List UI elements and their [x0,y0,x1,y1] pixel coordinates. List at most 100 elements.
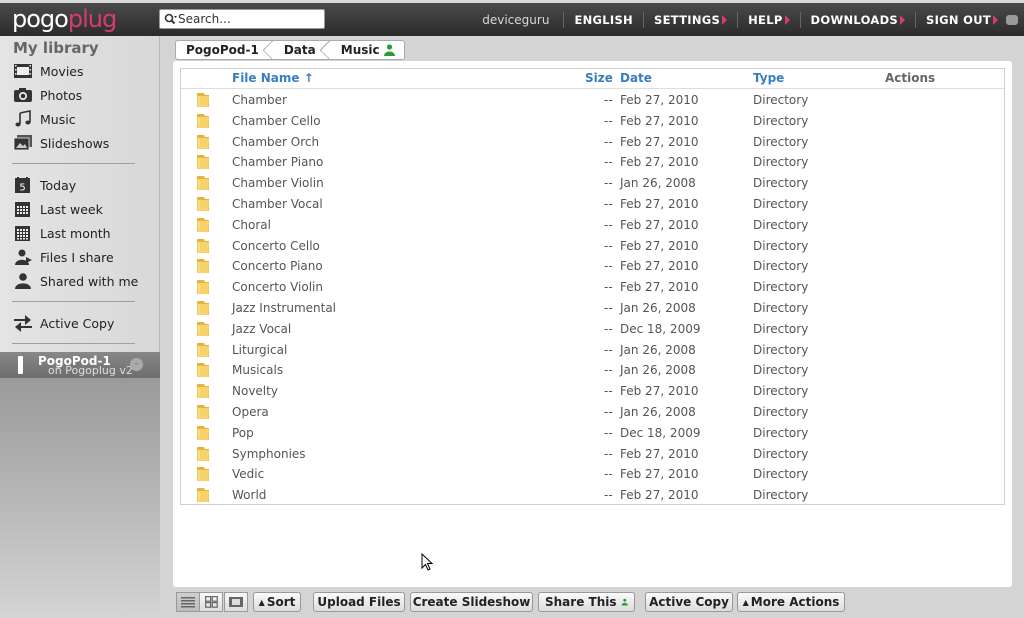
file-size-cell: -- [604,134,613,149]
chat-bubble-icon[interactable] [1006,14,1018,25]
file-type-cell: Directory [753,238,809,253]
triangle-up-icon: ▲ [258,597,265,607]
nav-settings[interactable]: SETTINGS [654,13,728,27]
active-copy-button[interactable]: Active Copy [645,592,733,612]
file-name-cell[interactable]: Opera [232,405,269,419]
file-name-cell[interactable]: Liturgical [232,343,287,357]
file-type-cell: Directory [753,301,809,315]
sidebar-item-active-copy[interactable]: Active Copy [13,313,114,333]
upload-files-button[interactable]: Upload Files [313,592,405,612]
file-name-cell[interactable]: Vedic [232,467,264,481]
list-view-button[interactable] [176,592,200,612]
nav-sign-out[interactable]: SIGN OUT [926,13,998,27]
breadcrumb-pogopod[interactable]: PogoPod-1 [176,40,273,60]
column-file-name[interactable]: File Name ↑ [232,71,314,85]
search-input[interactable] [178,11,322,27]
table-row[interactable]: Symphonies -- Feb 27, 2010 Directory [181,443,1004,464]
sidebar-item-slideshows[interactable]: Slideshows [13,133,109,153]
table-row[interactable]: Concerto Violin -- Feb 27, 2010 Directory [181,276,1004,297]
nav-english[interactable]: ENGLISH [574,13,633,27]
table-row[interactable]: Chamber Orch -- Feb 27, 2010 Directory [181,131,1004,152]
sidebar: My library Movies Photos Music Slideshow… [0,36,160,618]
file-name-cell[interactable]: Novelty [232,384,278,398]
search-box[interactable] [159,9,325,29]
file-size-cell: -- [604,405,613,419]
file-size-cell: -- [604,446,613,461]
folder-icon [197,425,209,440]
table-row[interactable]: Chamber -- Feb 27, 2010 Directory [181,89,1004,110]
column-date[interactable]: Date [620,71,652,85]
table-row[interactable]: Vedic -- Feb 27, 2010 Directory [181,463,1004,484]
table-row[interactable]: Pop -- Dec 18, 2009 Directory [181,422,1004,443]
file-name-cell[interactable]: World [232,488,266,502]
file-name-cell[interactable]: Choral [232,218,271,232]
table-row[interactable]: Concerto Piano -- Feb 27, 2010 Directory [181,255,1004,276]
table-row[interactable]: Opera -- Jan 26, 2008 Directory [181,401,1004,422]
file-name-cell[interactable]: Chamber Vocal [232,197,323,211]
film-icon [14,64,32,78]
column-type[interactable]: Type [753,71,784,85]
nav-divider [915,11,916,28]
file-name-cell[interactable]: Chamber Piano [232,155,323,169]
file-name-cell[interactable]: Jazz Instrumental [232,301,336,315]
sidebar-item-music[interactable]: Music [13,109,76,129]
file-name-cell[interactable]: Pop [232,426,254,440]
file-date-cell: Feb 27, 2010 [620,134,699,149]
device-pogopod[interactable]: on Pogoplug v2 PogoPod-1 – [0,352,160,378]
table-row[interactable]: Novelty -- Feb 27, 2010 Directory [181,380,1004,401]
table-header: File Name ↑ Size Date Type Actions [181,69,1004,89]
breadcrumb-data[interactable]: Data [273,40,330,60]
file-name-cell[interactable]: Chamber Violin [232,176,324,190]
svg-text:5: 5 [19,183,25,194]
sidebar-item-movies[interactable]: Movies [13,61,84,81]
table-row[interactable]: Musicals -- Jan 26, 2008 Directory [181,359,1004,380]
folder-icon [197,488,209,503]
sidebar-item-last-month[interactable]: Last month [13,223,111,243]
table-row[interactable]: Choral -- Feb 27, 2010 Directory [181,214,1004,235]
sidebar-item-today[interactable]: 5 Today [13,175,76,195]
file-name-cell[interactable]: Concerto Violin [232,280,323,294]
create-slideshow-button[interactable]: Create Slideshow [410,592,533,612]
table-row[interactable]: Jazz Vocal -- Dec 18, 2009 Directory [181,318,1004,339]
shared-user-icon [621,598,628,606]
file-name-cell[interactable]: Chamber Orch [232,135,319,149]
file-size-cell: -- [604,176,613,191]
file-name-cell[interactable]: Chamber [232,93,287,107]
folder-icon [197,342,209,357]
my-library-heading[interactable]: My library [13,39,99,57]
table-row[interactable]: Jazz Instrumental -- Jan 26, 2008 Directory [181,297,1004,318]
file-name-cell[interactable]: Symphonies [232,447,306,461]
grid-view-button[interactable] [199,592,223,612]
file-size-cell: -- [604,467,613,482]
share-this-button[interactable]: Share This [538,592,635,612]
file-name-cell[interactable]: Jazz Vocal [232,322,291,336]
pogoplug-logo[interactable]: pogoplug [12,5,117,33]
sidebar-item-shared-with-me[interactable]: Shared with me [13,271,138,291]
table-row[interactable]: Chamber Piano -- Feb 27, 2010 Directory [181,151,1004,172]
table-row[interactable]: Chamber Violin -- Jan 26, 2008 Directory [181,172,1004,193]
table-row[interactable]: Concerto Cello -- Feb 27, 2010 Directory [181,235,1004,256]
table-row[interactable]: Chamber Vocal -- Feb 27, 2010 Directory [181,193,1004,214]
sidebar-item-files-i-share[interactable]: Files I share [13,247,114,267]
file-name-cell[interactable]: Concerto Piano [232,259,323,273]
table-row[interactable]: Liturgical -- Jan 26, 2008 Directory [181,339,1004,360]
file-size-cell: -- [604,155,613,170]
file-name-cell[interactable]: Chamber Cello [232,114,321,128]
file-date-cell: Feb 27, 2010 [620,155,699,170]
file-name-cell[interactable]: Musicals [232,363,283,377]
file-type-cell: Directory [753,280,809,295]
nav-help[interactable]: HELP [748,13,790,27]
more-actions-button[interactable]: ▲ More Actions [737,592,845,612]
sidebar-item-photos[interactable]: Photos [13,85,82,105]
sort-button[interactable]: ▲ Sort [253,592,301,612]
column-size[interactable]: Size [585,71,613,85]
filmstrip-view-button[interactable] [224,592,248,612]
breadcrumb-music[interactable]: Music [330,41,404,59]
table-row[interactable]: World -- Feb 27, 2010 Directory [181,484,1004,505]
eject-icon[interactable]: – [130,358,143,371]
sidebar-item-last-week[interactable]: Last week [13,199,103,219]
table-row[interactable]: Chamber Cello -- Feb 27, 2010 Directory [181,110,1004,131]
file-name-cell[interactable]: Concerto Cello [232,239,320,253]
nav-downloads[interactable]: DOWNLOADS [811,13,905,27]
file-type-cell: Directory [753,363,809,378]
